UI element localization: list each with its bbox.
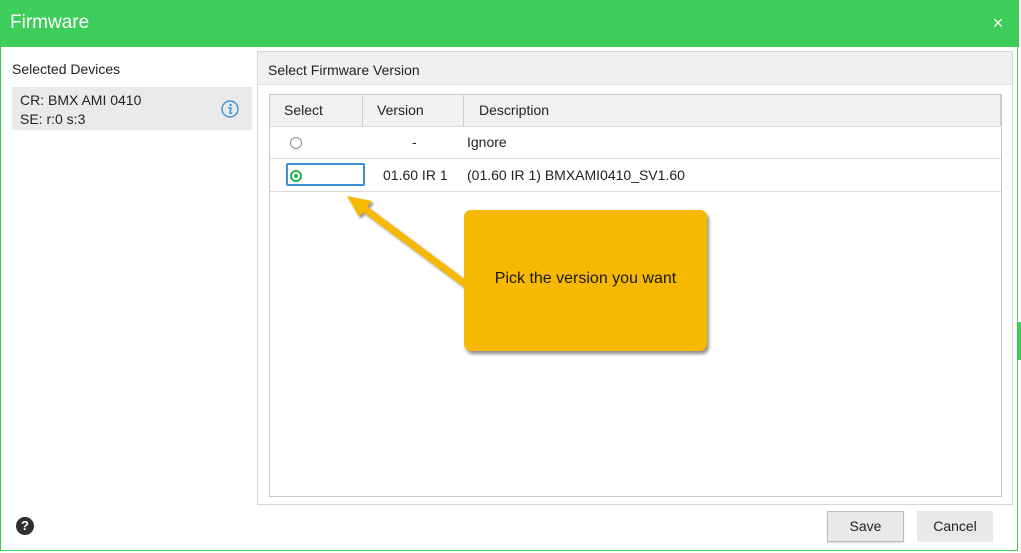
column-header-select[interactable]: Select: [270, 95, 363, 126]
callout-box: Pick the version you want: [464, 210, 707, 351]
device-cr-label: CR: BMX AMI 0410: [20, 92, 142, 108]
panel-heading: Select Firmware Version: [268, 62, 420, 78]
help-icon[interactable]: ?: [16, 517, 34, 535]
panel-header: Select Firmware Version: [258, 52, 1012, 85]
save-button[interactable]: Save: [827, 511, 904, 542]
description-cell: (01.60 IR 1) BMXAMI0410_SV1.60: [467, 167, 685, 183]
column-header-version[interactable]: Version: [363, 95, 464, 126]
cancel-button[interactable]: Cancel: [917, 511, 993, 542]
selected-devices-heading: Selected Devices: [12, 61, 121, 77]
device-item[interactable]: CR: BMX AMI 0410 SE: r:0 s:3: [12, 87, 252, 130]
info-icon[interactable]: [221, 100, 239, 118]
title-bar: Firmware ×: [1, 0, 1019, 47]
selected-devices-panel: Selected Devices CR: BMX AMI 0410 SE: r:…: [1, 47, 257, 551]
version-cell: -: [412, 134, 417, 150]
version-cell: 01.60 IR 1: [383, 167, 448, 183]
table-header: Select Version Description: [270, 95, 1001, 127]
table-row[interactable]: 01.60 IR 1 (01.60 IR 1) BMXAMI0410_SV1.6…: [270, 159, 1001, 192]
close-button[interactable]: ×: [989, 13, 1007, 33]
callout-text: Pick the version you want: [494, 270, 677, 287]
radio-version-0160[interactable]: [290, 170, 302, 182]
device-se-label: SE: r:0 s:3: [20, 111, 86, 127]
window-title: Firmware: [10, 12, 90, 33]
table-row[interactable]: - Ignore: [270, 126, 1001, 159]
description-cell: Ignore: [467, 134, 507, 150]
radio-ignore[interactable]: [290, 137, 302, 149]
column-header-description[interactable]: Description: [464, 95, 1001, 126]
